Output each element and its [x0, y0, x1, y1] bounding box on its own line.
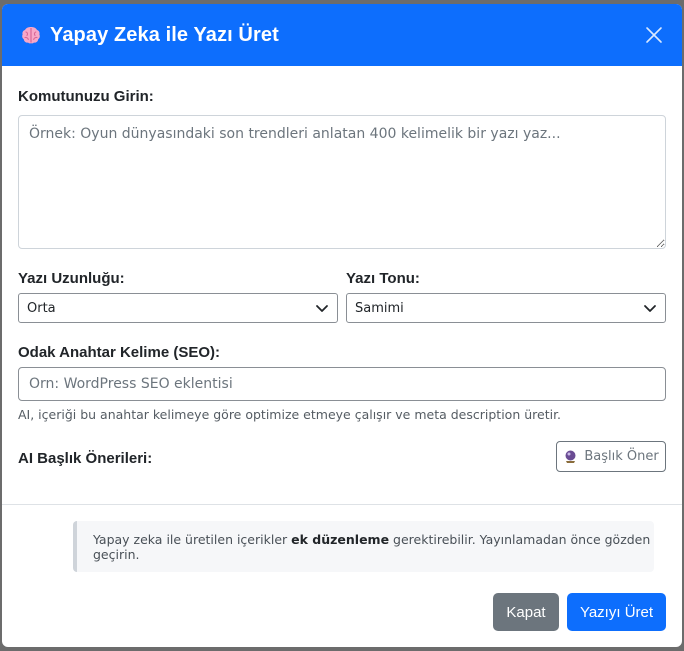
prompt-textarea[interactable]	[18, 115, 666, 249]
keyword-help-text: AI, içeriği bu anahtar kelimeye göre opt…	[18, 407, 562, 422]
length-label: Yazı Uzunluğu:	[18, 270, 125, 287]
keyword-label: Odak Anahtar Kelime (SEO):	[18, 344, 220, 361]
keyword-input[interactable]	[18, 367, 666, 401]
modal-title: Yapay Zeka ile Yazı Üret	[50, 23, 279, 46]
close-button[interactable]: Kapat	[493, 593, 559, 631]
tone-select-value: Samimi	[355, 300, 404, 316]
chevron-down-icon	[643, 301, 657, 315]
footer-divider	[2, 504, 682, 505]
chevron-down-icon	[315, 301, 329, 315]
ai-write-modal: Yapay Zeka ile Yazı Üret Komutunuzu Giri…	[2, 4, 682, 647]
tone-label: Yazı Tonu:	[346, 270, 420, 287]
prompt-label: Komutunuzu Girin:	[18, 88, 154, 105]
length-select-value: Orta	[27, 300, 56, 316]
suggest-titles-label: Başlık Öner	[584, 449, 659, 464]
generate-button[interactable]: Yazıyı Üret	[567, 593, 666, 631]
modal-header: Yapay Zeka ile Yazı Üret	[2, 4, 682, 66]
crystal-ball-icon	[563, 449, 578, 464]
brain-icon	[20, 24, 42, 46]
suggest-titles-button[interactable]: Başlık Öner	[556, 441, 666, 472]
notice-alert: Yapay zeka ile üretilen içerikler ek düz…	[73, 521, 654, 572]
length-select[interactable]: Orta	[18, 293, 338, 323]
title-suggestions-label: AI Başlık Önerileri:	[18, 450, 153, 467]
tone-select[interactable]: Samimi	[346, 293, 666, 323]
close-icon[interactable]	[642, 23, 666, 47]
notice-text: Yapay zeka ile üretilen içerikler ek düz…	[93, 531, 651, 562]
